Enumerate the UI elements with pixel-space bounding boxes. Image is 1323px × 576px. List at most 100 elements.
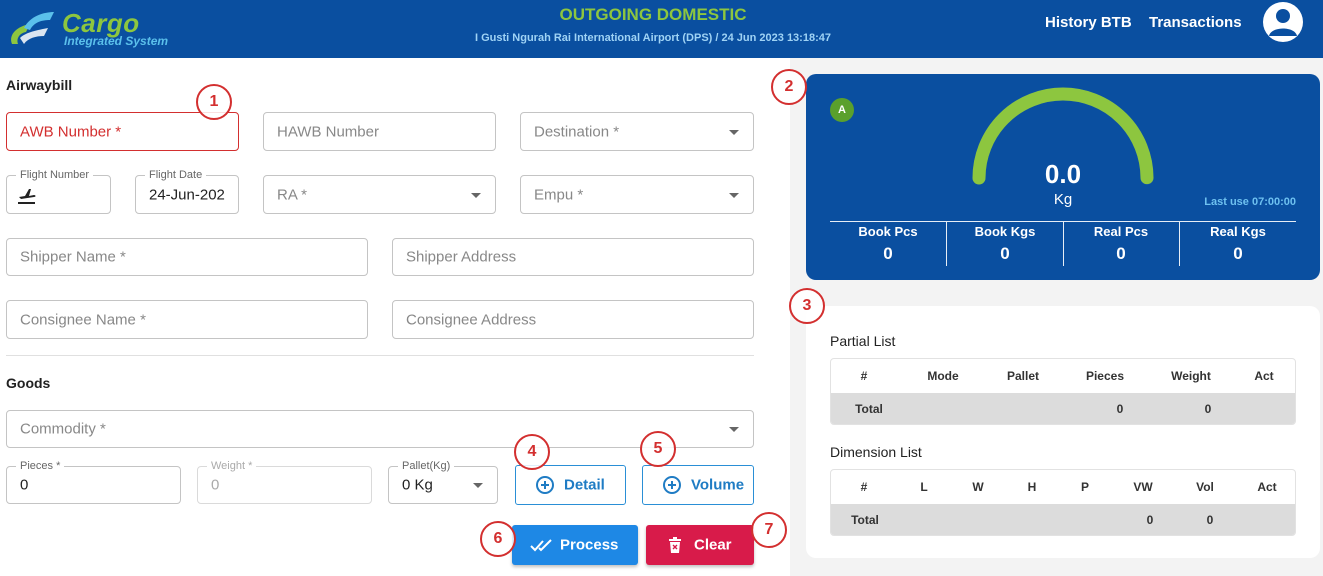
flight-date-input[interactable]: Flight Date 24-Jun-202 [135,169,239,214]
shipper-address-input[interactable]: Shipper Address [392,238,754,276]
consignee-address-placeholder: Consignee Address [406,311,537,328]
column-header: Weight [1171,369,1211,383]
clear-button-label: Clear [694,536,732,554]
empu-placeholder: Empu * [534,186,584,203]
page-title: OUTGOING DOMESTIC [559,5,747,24]
total-vw: 0 [1146,513,1154,527]
user-account-icon [1269,9,1297,36]
total-pieces: 0 [1116,402,1124,416]
chevron-down-icon [473,483,483,488]
column-header: # [860,480,868,494]
annotation-badge-3: 3 [789,288,825,324]
empu-select[interactable]: Empu * [520,175,754,214]
chevron-down-icon [729,192,739,198]
plane-departure-icon [18,189,36,204]
stat-real-kgs: Real Kgs 0 [1180,222,1296,266]
ra-select[interactable]: RA * [263,175,496,214]
logo-subtitle: Integrated System [64,34,169,48]
goods-section-label: Goods [6,375,51,391]
add-circle-icon [663,476,681,494]
volume-button[interactable]: Volume [642,465,754,505]
page-subtitle: I Gusti Ngurah Rai International Airport… [475,32,831,44]
pieces-label: Pieces * [16,460,65,472]
gauge-unit: Kg [1053,191,1073,208]
detail-button[interactable]: Detail [515,465,626,505]
airwaybill-section-label: Airwaybill [6,77,73,93]
pallet-value: 0 Kg [402,476,433,494]
stat-value: 0 [883,244,893,263]
awb-number-placeholder: AWB Number * [20,123,122,140]
column-header: L [920,480,928,494]
process-button[interactable]: Process [512,525,638,565]
gauge-value: 0.0 [1044,159,1082,189]
column-header: VW [1133,480,1153,494]
cargo-logo-icon [11,12,54,44]
consignee-address-input[interactable]: Consignee Address [392,300,754,339]
destination-placeholder: Destination * [534,123,620,140]
total-weight: 0 [1204,402,1212,416]
consignee-name-placeholder: Consignee Name * [20,311,146,328]
weight-input[interactable]: Weight * 0 [197,460,372,504]
table-header-row: # Mode Pallet Pieces Weight Act [831,359,1295,393]
consignee-name-input[interactable]: Consignee Name * [6,300,368,339]
destination-select[interactable]: Destination * [520,112,754,151]
shipper-name-input[interactable]: Shipper Name * [6,238,368,276]
shipper-address-placeholder: Shipper Address [406,248,517,266]
column-header: W [972,480,984,494]
annotation-badge-2: 2 [771,69,807,105]
section-divider [6,355,754,356]
shipper-name-placeholder: Shipper Name * [20,248,126,266]
column-header: Vol [1196,480,1214,494]
avatar[interactable] [1263,2,1303,42]
weight-value: 0 [211,476,220,494]
chevron-down-icon [729,427,739,432]
column-header: P [1080,480,1089,494]
app-logo[interactable]: Cargo Integrated System [4,6,204,50]
pieces-value: 0 [20,476,29,494]
pieces-input[interactable]: Pieces * 0 [6,460,181,504]
awb-number-input[interactable]: AWB Number * [6,112,239,151]
column-header: Mode [927,369,959,383]
process-button-label: Process [560,536,619,554]
stat-value: 0 [1116,244,1126,263]
hawb-number-input[interactable]: HAWB Number [263,112,496,151]
annotation-badge-6: 6 [480,521,516,557]
annotation-badge-4: 4 [514,434,550,470]
weight-label: Weight * [207,460,257,472]
column-header: Act [1257,480,1277,494]
column-header: # [860,369,868,383]
column-header: H [1027,480,1037,494]
stat-label: Book Pcs [858,224,918,239]
nav-transactions[interactable]: Transactions [1149,14,1242,31]
table-total-row: Total 0 0 [831,504,1295,535]
stat-book-pcs: Book Pcs 0 [830,222,946,266]
flight-number-label: Flight Number [16,169,94,181]
double-check-icon [530,539,552,552]
partial-list-title: Partial List [830,333,896,349]
partial-list-table: # Mode Pallet Pieces Weight Act Total 0 … [830,358,1296,425]
flight-number-input[interactable]: Flight Number [6,169,111,214]
add-circle-icon [536,476,554,494]
stat-book-kgs: Book Kgs 0 [947,222,1063,266]
stat-real-pcs: Real Pcs 0 [1063,222,1179,266]
ra-placeholder: RA * [277,186,308,203]
chevron-down-icon [729,129,739,135]
detail-button-label: Detail [564,476,605,494]
column-header: Pallet [1006,369,1039,383]
stat-label: Real Kgs [1210,224,1266,239]
column-header: Pieces [1085,369,1125,383]
commodity-placeholder: Commodity * [20,420,106,438]
stat-value: 0 [1233,244,1243,263]
clear-button[interactable]: Clear [646,525,754,565]
column-header: Act [1254,369,1274,383]
total-label: Total [855,402,883,416]
nav-history-btb[interactable]: History BTB [1045,14,1132,31]
top-app-bar: Cargo Integrated System OUTGOING DOMESTI… [0,0,1323,58]
table-header-row: # L W H P VW Vol Act [831,470,1295,504]
pallet-select[interactable]: Pallet(Kg) 0 Kg [388,460,498,504]
flight-date-label: Flight Date [145,169,207,181]
stat-label: Real Pcs [1093,224,1149,239]
hawb-number-placeholder: HAWB Number [277,123,379,140]
dimension-list-table: # L W H P VW Vol Act Total 0 0 [830,469,1296,536]
total-vol: 0 [1206,513,1214,527]
